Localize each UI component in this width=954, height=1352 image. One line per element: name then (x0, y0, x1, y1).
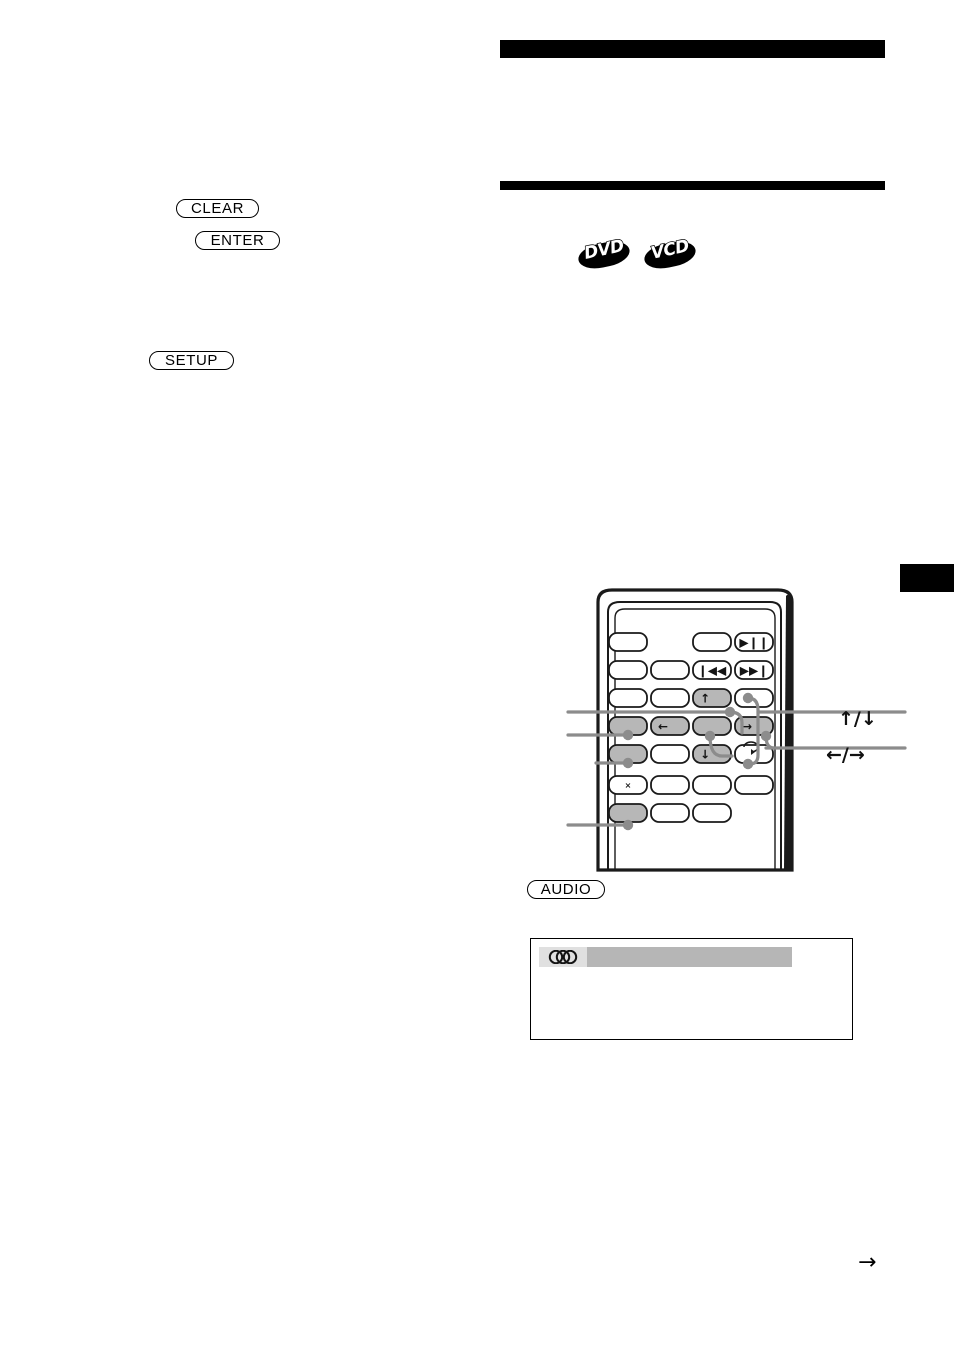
key-r7c1[interactable] (608, 803, 648, 823)
key-r7c3[interactable] (692, 803, 732, 823)
key-r3c2[interactable] (650, 688, 690, 708)
key-left[interactable] (650, 716, 690, 736)
manual-page: CLEAR ENTER SETUP DVD VCD ▶❙❙ ❙◀◀ ▶▶❙ ↑ ← → ↓ × (0, 0, 954, 1352)
osd-audio-row (539, 947, 792, 967)
key-up-glyph: ↑ (700, 692, 710, 706)
key-clear-glyph: × (625, 781, 632, 790)
key-play-pause-glyph: ▶❙❙ (739, 636, 768, 650)
key-r2c2[interactable] (650, 660, 690, 680)
key-r6c3[interactable] (692, 775, 732, 795)
key-up[interactable] (692, 688, 732, 708)
osd-selection-bar (587, 947, 792, 967)
keyref-clear[interactable]: CLEAR (176, 199, 259, 218)
key-prev-glyph: ❙◀◀ (698, 664, 727, 678)
key-left-glyph: ← (658, 720, 668, 734)
dot-r7c1-key (622, 819, 634, 831)
key-r1c1[interactable] (608, 632, 648, 652)
callout-up-down-label: ↑/↓ (838, 708, 877, 730)
key-next-glyph: ▶▶❙ (740, 664, 769, 678)
disc-format-logos: DVD VCD (576, 235, 698, 273)
dvd-logo: DVD (576, 235, 632, 273)
key-r5c2[interactable] (650, 744, 690, 764)
dot-right-key (760, 730, 772, 742)
callout-left-right-label: ←/→ (826, 744, 865, 766)
keyref-setup[interactable]: SETUP (149, 351, 234, 370)
chapter-rule (500, 40, 885, 58)
dot-up-key (742, 692, 754, 704)
continued-arrow: → (858, 1250, 877, 1275)
dot-center-key (724, 706, 736, 718)
key-down-glyph: ↓ (700, 748, 710, 762)
audio-channel-icon (548, 950, 578, 964)
key-r1c3[interactable] (692, 632, 732, 652)
key-r2c1[interactable] (608, 660, 648, 680)
dot-left-key (704, 730, 716, 742)
dot-r4c1-key (622, 729, 634, 741)
dot-down-key (742, 758, 754, 770)
key-r7c2[interactable] (650, 803, 690, 823)
key-r6c4[interactable] (734, 775, 774, 795)
section-rule (500, 181, 885, 190)
keyref-audio[interactable]: AUDIO (527, 880, 605, 899)
key-r6c2[interactable] (650, 775, 690, 795)
osd-icon-cell (539, 947, 587, 967)
dot-r5c1-key (622, 757, 634, 769)
remote-control-diagram: ▶❙❙❙◀◀ ▶▶❙↑← →↓× (566, 588, 907, 872)
on-screen-display-panel (530, 938, 853, 1040)
vcd-logo: VCD (642, 236, 698, 273)
key-r3c1[interactable] (608, 688, 648, 708)
keyref-enter[interactable]: ENTER (195, 231, 280, 250)
